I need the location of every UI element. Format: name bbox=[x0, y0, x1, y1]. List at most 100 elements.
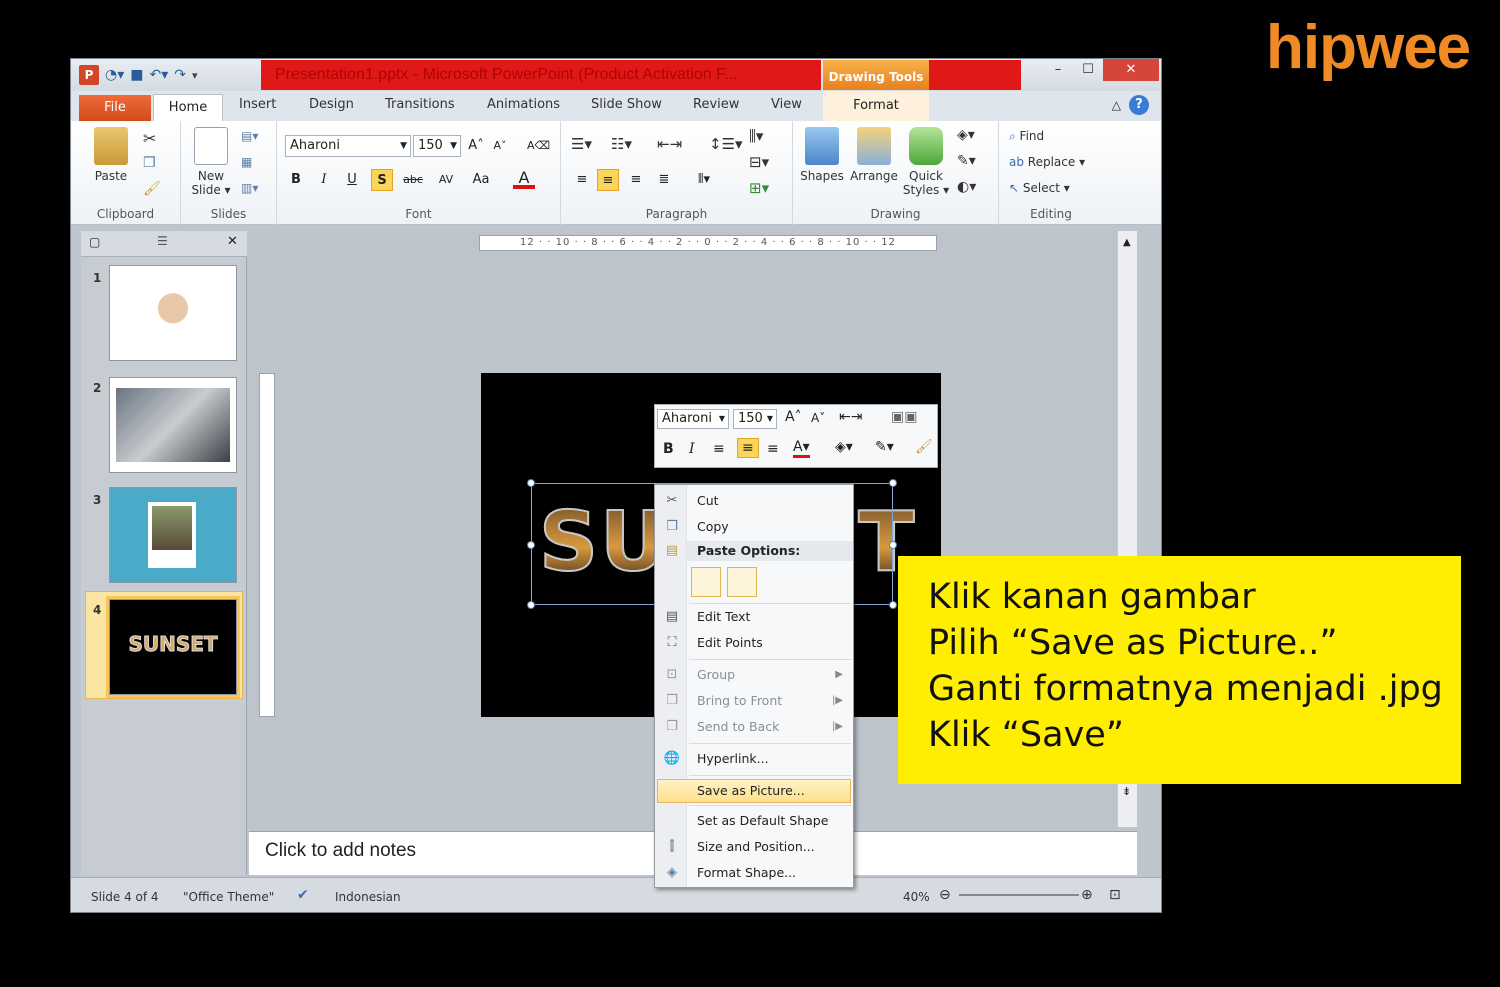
resize-handle[interactable] bbox=[889, 541, 897, 549]
language-indicator[interactable]: Indonesian bbox=[335, 890, 401, 904]
mini-font-color-icon[interactable]: A▾ bbox=[793, 439, 810, 458]
mini-outline-icon[interactable]: ✎▾ bbox=[875, 439, 894, 455]
zoom-slider[interactable] bbox=[959, 894, 1079, 896]
menu-item-size-and-position[interactable]: Size and Position... bbox=[697, 839, 815, 854]
menu-item-group[interactable]: Group bbox=[697, 667, 735, 682]
mini-format-painter-icon[interactable]: 🖌 bbox=[915, 439, 933, 455]
close-pane-icon[interactable]: ✕ bbox=[227, 234, 238, 249]
slide-thumbnail-2[interactable] bbox=[109, 377, 237, 473]
layout-icon[interactable]: ▤▾ bbox=[241, 129, 258, 143]
shrink-font-icon[interactable]: A˅ bbox=[489, 135, 511, 157]
menu-item-format-shape[interactable]: Format Shape... bbox=[697, 865, 796, 880]
clear-format-icon[interactable]: A⌫ bbox=[527, 135, 550, 157]
scroll-up-icon[interactable]: ▲ bbox=[1123, 237, 1131, 248]
mini-font-combo[interactable]: Aharoni ▼ bbox=[657, 409, 729, 429]
menu-item-save-as-picture[interactable]: Save as Picture... bbox=[697, 783, 805, 798]
shape-fill-icon[interactable]: ◈▾ bbox=[957, 127, 975, 143]
menu-item-cut[interactable]: Cut bbox=[697, 493, 719, 508]
menu-item-set-default-shape[interactable]: Set as Default Shape bbox=[697, 813, 828, 828]
zoom-level[interactable]: 40% bbox=[903, 890, 930, 904]
find-button[interactable]: ⌕ Find bbox=[1009, 129, 1044, 144]
tab-review[interactable]: Review bbox=[693, 97, 739, 112]
mini-grow-font-icon[interactable]: A˄ bbox=[785, 409, 802, 425]
reset-icon[interactable]: ▦ bbox=[241, 155, 252, 169]
font-color-button[interactable]: A bbox=[513, 167, 535, 189]
copy-icon[interactable]: ❐ bbox=[143, 155, 156, 171]
resize-handle[interactable] bbox=[527, 541, 535, 549]
mini-align-center-icon[interactable]: ≡ bbox=[737, 438, 759, 458]
indent-icon[interactable]: ⇤⇥ bbox=[657, 135, 682, 153]
resize-handle[interactable] bbox=[889, 479, 897, 487]
tab-animations[interactable]: Animations bbox=[487, 97, 560, 112]
mini-align-left-icon[interactable]: ≡ bbox=[713, 441, 725, 457]
align-center-icon[interactable]: ≡ bbox=[597, 169, 619, 191]
mini-fill-icon[interactable]: ◈▾ bbox=[835, 439, 853, 455]
cut-icon[interactable]: ✂ bbox=[143, 129, 156, 148]
slide-thumbnail-4[interactable]: SUNSET bbox=[106, 596, 240, 698]
outline-tab-icon[interactable]: ☰ bbox=[157, 234, 168, 248]
slide-thumbnail-3[interactable] bbox=[109, 487, 237, 583]
shape-outline-icon[interactable]: ✎▾ bbox=[957, 153, 976, 169]
tab-format[interactable]: Format bbox=[823, 91, 929, 121]
mini-bold-icon[interactable]: B bbox=[663, 441, 674, 457]
grow-font-icon[interactable]: A˄ bbox=[465, 135, 487, 157]
menu-item-edit-points[interactable]: Edit Points bbox=[697, 635, 763, 650]
slide-thumbnail-1[interactable] bbox=[109, 265, 237, 361]
shapes-button[interactable]: Shapes bbox=[797, 127, 847, 183]
mini-indent-icon[interactable]: ⇤⇥ bbox=[839, 409, 862, 425]
format-painter-icon[interactable]: 🖌 bbox=[143, 181, 161, 197]
quick-styles-button[interactable]: Quick Styles ▾ bbox=[901, 127, 951, 197]
slides-tab-icon[interactable]: ▢ bbox=[89, 235, 100, 249]
mini-shrink-font-icon[interactable]: A˅ bbox=[811, 411, 825, 425]
qat-dropdown-icon[interactable]: ▾ bbox=[192, 69, 198, 82]
zoom-in-icon[interactable]: ⊕ bbox=[1081, 887, 1093, 903]
mini-align-right-icon[interactable]: ≡ bbox=[767, 441, 779, 457]
columns-icon[interactable]: ⫴▾ bbox=[689, 169, 719, 191]
next-slide-icon[interactable]: ⇟ bbox=[1122, 785, 1131, 798]
resize-handle[interactable] bbox=[889, 601, 897, 609]
tab-home[interactable]: Home bbox=[153, 94, 223, 122]
character-spacing-button[interactable]: AV bbox=[431, 169, 461, 191]
italic-button[interactable]: I bbox=[313, 169, 335, 191]
spellcheck-icon[interactable]: ✔ bbox=[297, 887, 309, 903]
text-shadow-button[interactable]: S bbox=[371, 169, 393, 191]
undo-icon[interactable]: ↶▾ bbox=[149, 67, 168, 83]
arrange-button[interactable]: Arrange bbox=[849, 127, 899, 183]
zoom-out-icon[interactable]: ⊖ bbox=[939, 887, 951, 903]
replace-button[interactable]: ab Replace ▾ bbox=[1009, 155, 1085, 169]
mini-size-combo[interactable]: 150 ▼ bbox=[733, 409, 777, 429]
smartart-icon[interactable]: ⊞▾ bbox=[749, 179, 769, 197]
bullets-icon[interactable]: ☰▾ bbox=[571, 135, 592, 153]
minimize-button[interactable]: – bbox=[1043, 59, 1073, 81]
new-slide-button[interactable]: New Slide ▾ bbox=[187, 127, 235, 197]
paste-button[interactable]: Paste bbox=[83, 127, 139, 183]
paste-keep-format-icon[interactable] bbox=[691, 567, 721, 597]
underline-button[interactable]: U bbox=[341, 169, 363, 191]
tab-file[interactable]: File bbox=[79, 95, 151, 121]
font-name-combo[interactable]: Aharoni ▼ bbox=[285, 135, 411, 157]
section-icon[interactable]: ▥▾ bbox=[241, 181, 258, 195]
menu-item-send-to-back[interactable]: Send to Back bbox=[697, 719, 779, 734]
maximize-button[interactable]: ☐ bbox=[1073, 59, 1103, 81]
change-case-button[interactable]: Aa bbox=[467, 169, 495, 191]
menu-item-bring-to-front[interactable]: Bring to Front bbox=[697, 693, 782, 708]
bold-button[interactable]: B bbox=[285, 169, 307, 191]
tab-slide-show[interactable]: Slide Show bbox=[591, 97, 662, 112]
align-left-icon[interactable]: ≡ bbox=[571, 169, 593, 191]
tab-transitions[interactable]: Transitions bbox=[385, 97, 455, 112]
help-icon[interactable]: ? bbox=[1129, 95, 1149, 115]
powerpoint-app-icon[interactable]: P bbox=[79, 65, 99, 85]
align-right-icon[interactable]: ≡ bbox=[625, 169, 647, 191]
close-button[interactable]: ✕ bbox=[1103, 59, 1159, 81]
paste-picture-icon[interactable] bbox=[727, 567, 757, 597]
align-text-icon[interactable]: ⊟▾ bbox=[749, 153, 769, 171]
fit-slide-icon[interactable]: ⊡ bbox=[1109, 887, 1121, 903]
menu-item-copy[interactable]: Copy bbox=[697, 519, 729, 534]
redo-icon[interactable]: ↷ bbox=[174, 67, 186, 83]
tab-insert[interactable]: Insert bbox=[239, 97, 276, 112]
menu-item-hyperlink[interactable]: Hyperlink... bbox=[697, 751, 769, 766]
strikethrough-button[interactable]: abc bbox=[399, 169, 427, 191]
mini-shapes-icon[interactable]: ▣▣ bbox=[891, 409, 917, 425]
customize-icon[interactable]: ◔▾ bbox=[105, 67, 124, 83]
tab-design[interactable]: Design bbox=[309, 97, 354, 112]
